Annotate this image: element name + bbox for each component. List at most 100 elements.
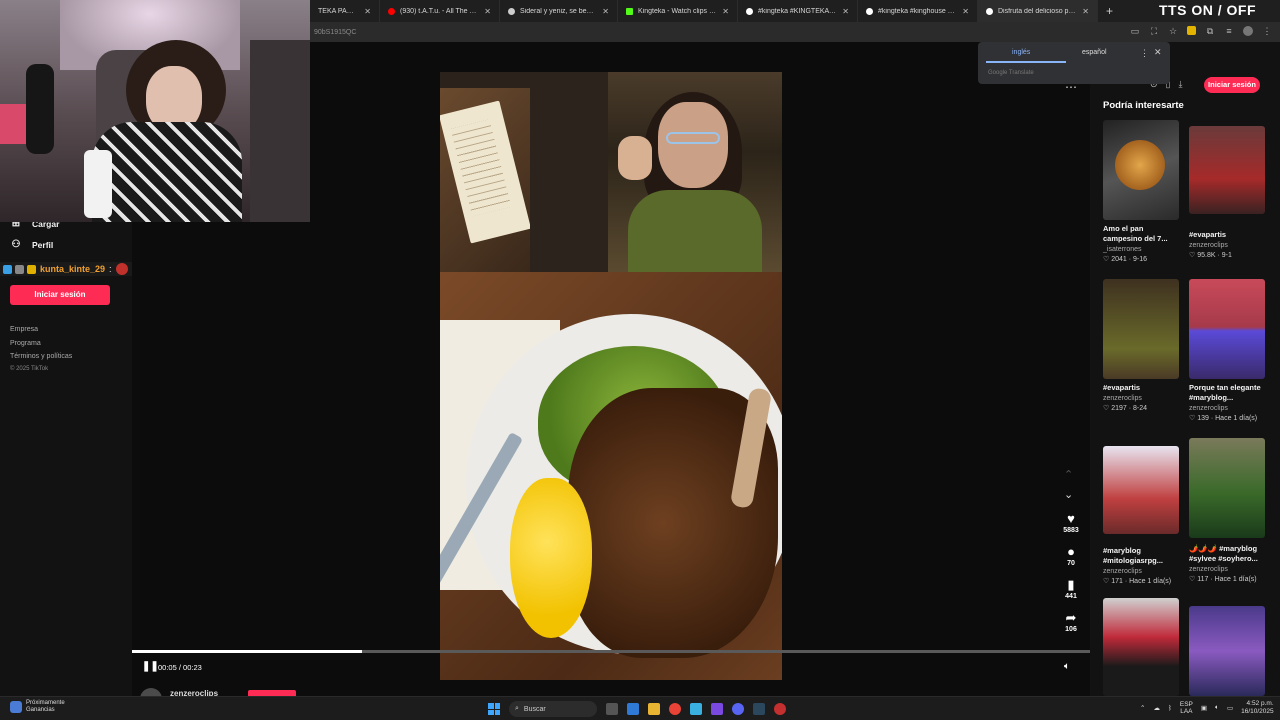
- previous-video-icon[interactable]: ⌃: [1064, 468, 1073, 481]
- system-tray: ⌃ ☁ ᛒ ESP LAA ▣ 🔈︎ ▭ 4:52 p.m. 16/10/2025 …: [1140, 700, 1280, 716]
- edge-icon[interactable]: [690, 703, 702, 715]
- chat-badge-icon: [3, 264, 12, 274]
- language-indicator[interactable]: ESP LAA: [1180, 701, 1193, 715]
- taskbar-widget[interactable]: Próximamente Ganancias: [10, 700, 65, 714]
- browser-tab[interactable]: (930) t.A.T.u. - All The Things S ✕: [380, 0, 500, 22]
- sidebar-login-button[interactable]: Iniciar sesión: [10, 285, 110, 305]
- extensions-puzzle-icon[interactable]: ⧉: [1205, 26, 1215, 36]
- rec-thumbnail: [1189, 606, 1265, 696]
- rec-title: Amo el pan campesino del 7...: [1103, 224, 1168, 243]
- rec-card[interactable]: Porque tan elegante #maryblog... zenzeroc…: [1189, 279, 1265, 422]
- rec-author: _isaterrones: [1103, 246, 1142, 253]
- close-tab-icon[interactable]: ✕: [484, 7, 491, 16]
- task-view-icon[interactable]: [606, 703, 618, 715]
- rec-thumbnail: [1103, 279, 1179, 379]
- media-control-icon[interactable]: ≡: [1224, 26, 1234, 36]
- bluetooth-icon[interactable]: ᛒ: [1168, 705, 1172, 712]
- address-bar: 90bS1915QC ▭ ⛶ ☆ ⧉ ≡ ⋮: [310, 22, 1280, 42]
- tiktok-icon: [986, 7, 993, 15]
- like-button[interactable]: ♥ 5883: [1056, 512, 1086, 535]
- obs-icon[interactable]: [774, 703, 786, 715]
- share-button[interactable]: ➦ 106: [1056, 611, 1086, 634]
- browser-tab[interactable]: #kingteka #KINGTEKA #faraon ✕: [738, 0, 858, 22]
- video-progress-bar[interactable]: [132, 650, 1090, 653]
- speaker-icon[interactable]: 🔈︎: [1215, 704, 1219, 712]
- video-progress-fill: [132, 650, 362, 653]
- comment-button[interactable]: ● 70: [1056, 544, 1086, 568]
- file-explorer-icon[interactable]: [648, 703, 660, 715]
- video-player[interactable]: [440, 72, 782, 680]
- tiktok-icon: [508, 7, 515, 15]
- header-login-button[interactable]: Iniciar sesión: [1204, 77, 1260, 93]
- translate-target-tab[interactable]: español: [1082, 49, 1107, 56]
- rec-meta: ♡ 139 · Hace 1 día(s): [1189, 415, 1258, 422]
- close-tab-icon[interactable]: ✕: [842, 7, 849, 16]
- chat-emote-icon: [115, 263, 128, 275]
- browser-tab[interactable]: TEKA PARCH4 A ✕: [310, 0, 380, 22]
- rec-card[interactable]: 🌶️🌶️🌶️ #maryblog #sylvee #soyhero... zenz…: [1189, 438, 1265, 583]
- app-icon[interactable]: [711, 703, 723, 715]
- start-icon[interactable]: [488, 703, 500, 715]
- close-tab-icon[interactable]: ✕: [364, 7, 371, 16]
- save-button[interactable]: ▮ 441: [1056, 578, 1086, 601]
- footer-link-company[interactable]: Empresa: [10, 326, 38, 333]
- discord-icon[interactable]: [732, 703, 744, 715]
- rec-card[interactable]: [1103, 598, 1179, 696]
- taskbar-search[interactable]: ⌕ Buscar: [509, 701, 597, 717]
- browser-menu-icon[interactable]: ⋮: [1262, 26, 1272, 36]
- browser-tab[interactable]: #kingteka #kinghouse #KINGTE ✕: [858, 0, 978, 22]
- download-icon[interactable]: ⤓: [1179, 79, 1183, 90]
- new-tab-button[interactable]: +: [1106, 4, 1113, 18]
- profile-avatar-icon[interactable]: [1243, 26, 1253, 36]
- volume-icon[interactable]: 🔈︎: [1064, 661, 1070, 672]
- footer-link-program[interactable]: Programa: [10, 340, 41, 347]
- cloud-icon[interactable]: ☁: [1153, 704, 1160, 712]
- rec-author: zenzeroclips: [1189, 405, 1228, 412]
- taskbar-clock[interactable]: 4:52 p.m. 16/10/2025: [1241, 700, 1274, 716]
- tiktok-icon: [746, 7, 753, 15]
- tiktok-icon: [866, 7, 873, 15]
- tray-chevron-icon[interactable]: ⌃: [1140, 704, 1145, 712]
- rec-thumbnail: [1189, 438, 1265, 538]
- comment-icon: ●: [1067, 544, 1075, 559]
- rec-thumbnail: [1189, 126, 1265, 214]
- network-icon[interactable]: ▣: [1201, 704, 1207, 712]
- translate-brand: Google Translate: [988, 70, 1034, 76]
- battery-icon[interactable]: ▭: [1227, 704, 1233, 712]
- rec-thumbnail: [1103, 598, 1179, 696]
- rec-card[interactable]: [1189, 606, 1265, 696]
- pause-icon[interactable]: ❚❚: [142, 661, 159, 672]
- windows-taskbar: Próximamente Ganancias ⌕ Buscar ⌃ ☁ ᛒ ESP…: [0, 696, 1280, 720]
- install-app-icon[interactable]: ▭: [1130, 26, 1140, 36]
- rec-meta: ♡ 2041 · 9-16: [1103, 256, 1148, 263]
- footer-link-terms[interactable]: Términos y políticas: [10, 353, 72, 360]
- rec-card[interactable]: #maryblog #mitologiasrpg... zenzeroclips …: [1103, 446, 1179, 585]
- rec-card[interactable]: Amo el pan campesino del 7... _isaterrone…: [1103, 120, 1179, 263]
- kick-icon: [626, 7, 633, 15]
- steam-icon[interactable]: [753, 703, 765, 715]
- close-tab-icon[interactable]: ✕: [722, 7, 729, 16]
- close-icon[interactable]: ✕: [1154, 47, 1162, 58]
- video-frame-person: [608, 72, 782, 272]
- sidebar-item-profile[interactable]: ⚇ Perfil: [10, 239, 54, 251]
- rec-thumbnail: [1103, 446, 1179, 534]
- browser-tab[interactable]: Sideral y yeniz, se besan. #zull ✕: [500, 0, 618, 22]
- next-video-icon[interactable]: ⌄: [1064, 488, 1073, 501]
- close-tab-icon[interactable]: ✕: [962, 7, 969, 16]
- rec-card[interactable]: #evapartis zenzeroclips ♡ 2197 · 8-24: [1103, 279, 1179, 412]
- translate-icon[interactable]: ⛶: [1149, 26, 1159, 36]
- chrome-icon[interactable]: [669, 703, 681, 715]
- bookmark-star-icon[interactable]: ☆: [1168, 26, 1178, 36]
- browser-tab[interactable]: Kingteka - Watch clips on Kick ✕: [618, 0, 738, 22]
- rec-card[interactable]: #evapartis zenzeroclips ♡ 95.8K · 9-1: [1189, 126, 1265, 259]
- close-tab-icon[interactable]: ✕: [602, 7, 609, 16]
- browser-tab-active[interactable]: Disfruta del delicioso pan d ✕: [978, 0, 1098, 22]
- translate-source-tab[interactable]: inglés: [1012, 49, 1030, 56]
- copilot-icon[interactable]: [627, 703, 639, 715]
- close-tab-icon[interactable]: ✕: [1082, 7, 1089, 16]
- url-field[interactable]: 90bS1915QC: [314, 29, 356, 36]
- more-vertical-icon[interactable]: ⋮: [1140, 48, 1149, 59]
- extension-icon[interactable]: [1187, 26, 1196, 35]
- rec-thumbnail: [1189, 279, 1265, 379]
- copyright-text: © 2025 TikTok: [10, 366, 49, 372]
